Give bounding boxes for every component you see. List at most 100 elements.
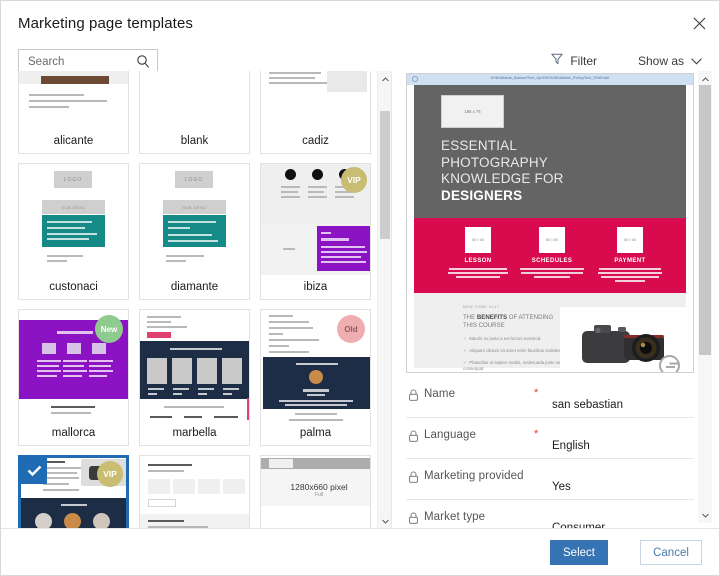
template-name: palma — [261, 421, 370, 445]
lock-icon — [408, 470, 419, 488]
property-label: Market type — [424, 511, 486, 523]
template-properties: Name * san sebastian Language * English … — [406, 377, 694, 529]
struct-dimensions: 1280x660 pixel — [290, 482, 348, 492]
template-gallery[interactable]: alicante blank cadiz LOGO SUB DESC custo… — [1, 71, 391, 529]
preview-kicker: NEW YORK 2017 — [463, 305, 500, 309]
template-card[interactable]: LOGO SUB DESC custonaci — [18, 163, 129, 300]
lock-icon — [408, 429, 419, 447]
scrollbar-thumb[interactable] — [699, 85, 711, 355]
template-name: ibiza — [261, 275, 370, 299]
benefits-bold: BENEFITS — [476, 314, 508, 321]
checkmark-icon — [21, 458, 47, 484]
feature-body — [516, 268, 588, 278]
template-name: diamante — [140, 275, 249, 299]
hero-line-1: ESSENTIAL — [441, 138, 518, 153]
scroll-up-icon[interactable] — [698, 72, 712, 86]
benefit-bullet: Mauris eu justo a est luctus euismod. — [463, 336, 567, 342]
template-thumbnail: LOGO SUB DESC — [19, 164, 128, 277]
feature-body — [594, 268, 666, 282]
chevron-down-icon — [691, 52, 702, 70]
template-thumbnail — [140, 310, 249, 423]
image-placeholder: 60 x 60 — [539, 227, 565, 253]
template-card[interactable]: LOGO SUB DESC diamante — [139, 163, 250, 300]
template-card[interactable]: 1280x660 pixel Full struct-1 — [260, 455, 371, 529]
scroll-down-icon[interactable] — [698, 508, 712, 522]
required-indicator: * — [534, 387, 539, 399]
property-row: Market type Consumer — [406, 500, 694, 529]
template-card[interactable]: sitges — [139, 455, 250, 529]
preview-benefits-section: NEW YORK 2017 THE BENEFITS OF ATTENDING … — [414, 293, 688, 372]
benefits-pre: THE — [463, 314, 477, 321]
lock-icon — [408, 511, 419, 529]
filter-button[interactable]: Filter — [551, 52, 597, 70]
page-title: Marketing page templates — [18, 15, 193, 32]
template-thumbnail: LOGO SUB DESC — [140, 164, 249, 277]
globe-icon — [412, 76, 418, 83]
template-name: mallorca — [19, 421, 128, 445]
template-thumbnail — [19, 71, 128, 131]
template-card[interactable]: blank — [139, 71, 250, 154]
marketing-page-templates-dialog: Marketing page templates Filter — [0, 0, 720, 576]
select-button[interactable]: Select — [550, 540, 608, 565]
property-value: san sebastian — [552, 399, 623, 411]
cancel-button[interactable]: Cancel — [640, 540, 702, 565]
template-name: custonaci — [19, 275, 128, 299]
hero-line-bold: DESIGNERS — [441, 187, 523, 203]
toolbar: Filter Show as — [1, 43, 719, 74]
feature-body — [442, 268, 514, 278]
hero-line-3: KNOWLEDGE FOR — [441, 171, 564, 186]
preview-url: %%Editable_BannerText_Up%%/%%Editable_Po… — [490, 76, 610, 80]
property-row: Name * san sebastian — [406, 377, 694, 418]
template-card[interactable]: cadiz — [260, 71, 371, 154]
scrollbar-thumb[interactable] — [380, 111, 390, 239]
template-thumbnail — [140, 71, 249, 131]
required-indicator: * — [534, 428, 539, 440]
template-grid: alicante blank cadiz LOGO SUB DESC custo… — [18, 71, 372, 529]
benefit-bullet: Phasellus ut sapien mattis, malesuada ju… — [463, 360, 567, 372]
feature-title: LESSON — [464, 258, 492, 264]
show-as-dropdown[interactable]: Show as — [638, 52, 702, 70]
vip-badge: VIP — [97, 461, 123, 487]
template-card[interactable]: Old palma — [260, 309, 371, 446]
template-name: cadiz — [261, 129, 370, 153]
preview-scrollbar[interactable] — [698, 71, 712, 523]
image-placeholder: 60 x 60 — [465, 227, 491, 253]
show-as-label: Show as — [637, 54, 684, 68]
template-name: marbella — [140, 421, 249, 445]
property-label: Marketing provided — [424, 470, 524, 482]
property-value: Yes — [552, 481, 571, 493]
template-name: alicante — [19, 129, 128, 153]
template-card[interactable]: VIP ibiza — [260, 163, 371, 300]
preview-hero: 188 x 76 ESSENTIAL PHOTOGRAPHY KNOWLEDGE… — [414, 85, 686, 218]
property-label: Language — [424, 429, 476, 441]
template-card-selected[interactable]: VIP — [18, 455, 129, 529]
preview-benefits-heading: THE BENEFITS OF ATTENDING THIS COURSE — [463, 314, 567, 330]
lock-icon — [408, 388, 419, 406]
vip-badge: VIP — [341, 167, 367, 193]
funnel-icon — [551, 52, 564, 70]
scroll-down-icon[interactable] — [378, 514, 392, 528]
property-label: Name — [424, 388, 456, 400]
search-input[interactable] — [19, 51, 129, 72]
preview-pane: %%Editable_BannerText_Up%%/%%Editable_Po… — [392, 71, 719, 529]
preview-feature-band: 60 x 60 LESSON 60 x 60 SCHEDULES 60 x 60… — [414, 218, 686, 293]
preview-browser-bar: %%Editable_BannerText_Up%%/%%Editable_Po… — [407, 74, 693, 85]
template-name: blank — [140, 129, 249, 153]
scroll-up-icon[interactable] — [378, 72, 392, 86]
dialog-header: Marketing page templates — [1, 1, 719, 43]
gallery-scrollbar[interactable] — [377, 71, 391, 529]
dialog-footer: Select Cancel — [1, 528, 719, 575]
feature-title: PAYMENT — [614, 258, 646, 264]
template-card[interactable]: alicante — [18, 71, 129, 154]
template-card[interactable]: marbella — [139, 309, 250, 446]
magnifier-icon — [659, 355, 680, 372]
template-card[interactable]: New mallorca — [18, 309, 129, 446]
template-thumbnail — [261, 71, 370, 131]
image-placeholder: 60 x 60 — [617, 227, 643, 253]
property-row: Marketing provided Yes — [406, 459, 694, 500]
logo-placeholder: 188 x 76 — [441, 95, 504, 128]
preview-hero-text: ESSENTIAL PHOTOGRAPHY KNOWLEDGE FOR DESI… — [441, 138, 564, 204]
old-badge: Old — [337, 315, 365, 343]
close-icon[interactable] — [685, 9, 713, 37]
template-thumbnail — [140, 456, 249, 529]
